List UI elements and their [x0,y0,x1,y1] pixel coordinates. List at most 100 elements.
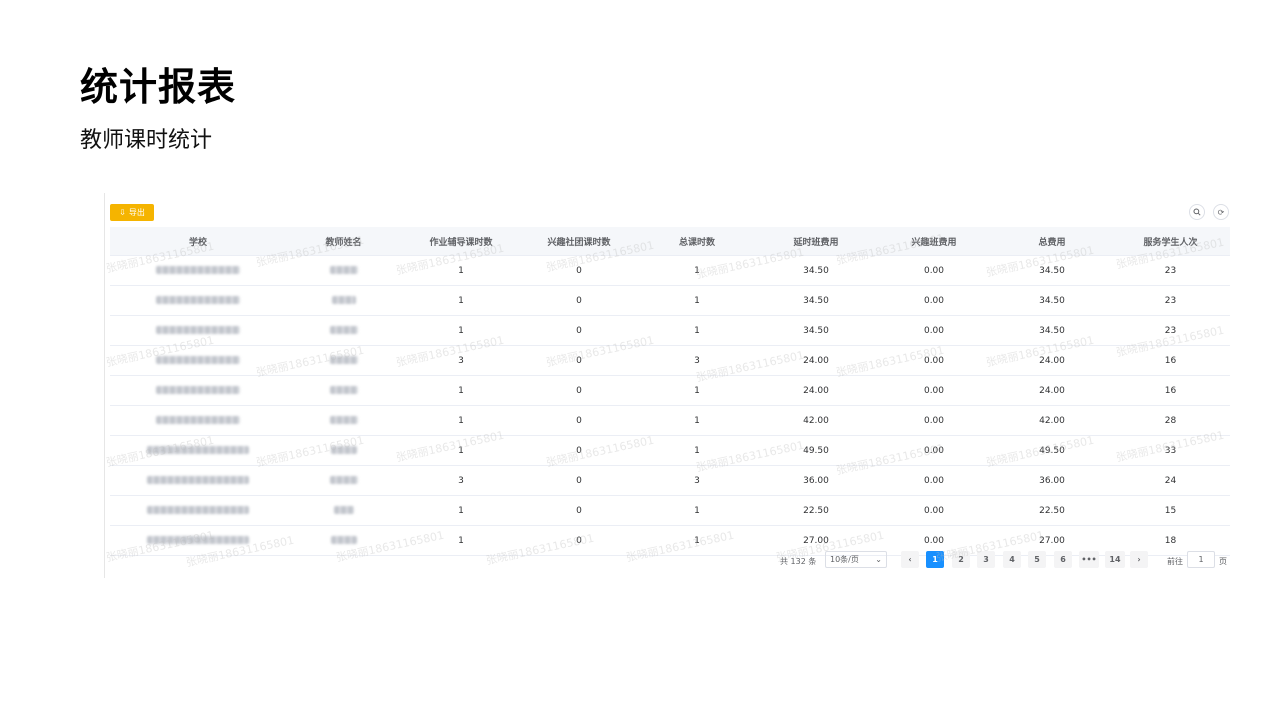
cell-homework: 1 [401,315,521,346]
redacted-teacher-name [329,416,358,424]
page-button[interactable]: 1 [926,551,944,568]
cell-club: 0 [521,345,637,376]
cell-interest-fee: 0.00 [875,405,993,436]
page-size-select[interactable]: 10条/页 ⌄ [825,551,887,568]
redacted-school [147,506,249,514]
cell-club: 0 [521,315,637,346]
cell-teacher [286,255,401,286]
redacted-teacher-name [333,506,354,514]
cell-school [110,285,286,316]
cell-total-hours: 1 [637,375,757,406]
cell-interest-fee: 0.00 [875,465,993,496]
table-row[interactable]: 3 0 3 36.00 0.00 36.00 24 [110,465,1230,496]
table-row[interactable]: 1 0 1 22.50 0.00 22.50 15 [110,495,1230,526]
cell-teacher [286,495,401,526]
cell-teacher [286,465,401,496]
next-page-button[interactable]: › [1130,551,1148,568]
table-row[interactable]: 1 0 1 34.50 0.00 34.50 23 [110,255,1230,286]
redacted-teacher-name [330,536,357,544]
cell-interest-fee: 0.00 [875,285,993,316]
table-row[interactable]: 1 0 1 34.50 0.00 34.50 23 [110,315,1230,346]
cell-teacher [286,345,401,376]
cell-total-fee: 42.00 [993,405,1111,436]
redacted-school [156,296,240,304]
table-row[interactable]: 1 0 1 24.00 0.00 24.00 16 [110,375,1230,406]
cell-total-fee: 24.00 [993,345,1111,376]
cell-club: 0 [521,285,637,316]
export-button[interactable]: ⇩ 导出 [110,204,154,221]
redacted-school [147,476,249,484]
cell-teacher [286,285,401,316]
cell-students: 16 [1111,375,1230,406]
cell-delay-fee: 24.00 [757,345,875,376]
cell-students: 23 [1111,315,1230,346]
table-header-row: 学校 教师姓名 作业辅导课时数 兴趣社团课时数 总课时数 延时班费用 兴趣班费用 总费用 服务学… [110,227,1230,256]
refresh-button[interactable]: ⟳ [1213,204,1229,220]
cell-school [110,435,286,466]
cell-homework: 1 [401,285,521,316]
cell-homework: 3 [401,465,521,496]
column-header: 兴趣社团课时数 [521,227,637,256]
cell-delay-fee: 36.00 [757,465,875,496]
cell-total-fee: 49.50 [993,435,1111,466]
cell-delay-fee: 34.50 [757,285,875,316]
cell-school [110,465,286,496]
cell-interest-fee: 0.00 [875,315,993,346]
cell-students: 23 [1111,255,1230,286]
cell-total-fee: 34.50 [993,255,1111,286]
cell-total-fee: 34.50 [993,315,1111,346]
table-row[interactable]: 1 0 1 34.50 0.00 34.50 23 [110,285,1230,316]
cell-teacher [286,315,401,346]
cell-interest-fee: 0.00 [875,435,993,466]
cell-interest-fee: 0.00 [875,495,993,526]
export-label: 导出 [128,208,145,217]
cell-delay-fee: 34.50 [757,255,875,286]
cell-teacher [286,435,401,466]
page-ellipsis[interactable]: ••• [1079,551,1099,568]
cell-delay-fee: 34.50 [757,315,875,346]
chevron-down-icon: ⌄ [875,555,882,564]
page-button[interactable]: 2 [952,551,970,568]
table-row[interactable]: 1 0 1 49.50 0.00 49.50 33 [110,435,1230,466]
redacted-teacher-name [329,356,358,364]
cell-students: 16 [1111,345,1230,376]
cell-total-hours: 1 [637,315,757,346]
redacted-teacher-name [329,266,358,274]
cell-students: 28 [1111,405,1230,436]
cell-delay-fee: 42.00 [757,405,875,436]
cell-total-hours: 3 [637,345,757,376]
table-row[interactable]: 1 0 1 42.00 0.00 42.00 28 [110,405,1230,436]
page-button[interactable]: 5 [1028,551,1046,568]
cell-club: 0 [521,495,637,526]
page-button[interactable]: 4 [1003,551,1021,568]
column-header: 总课时数 [637,227,757,256]
redacted-teacher-name [330,446,357,454]
page-size-value: 10条/页 [830,555,859,564]
cell-club: 0 [521,375,637,406]
cell-homework: 1 [401,375,521,406]
cell-delay-fee: 49.50 [757,435,875,466]
cell-students: 15 [1111,495,1230,526]
cell-interest-fee: 0.00 [875,255,993,286]
prev-page-button[interactable]: ‹ [901,551,919,568]
cell-school [110,405,286,436]
cell-total-hours: 1 [637,405,757,436]
page-button[interactable]: 3 [977,551,995,568]
page-button[interactable]: 14 [1105,551,1125,568]
refresh-icon: ⟳ [1217,207,1225,217]
search-button[interactable] [1189,204,1205,220]
chevron-left-icon: ‹ [908,555,912,564]
redacted-teacher-name [329,386,358,394]
column-header: 服务学生人次 [1111,227,1230,256]
cell-homework: 3 [401,345,521,376]
cell-total-fee: 36.00 [993,465,1111,496]
cell-club: 0 [521,465,637,496]
table-row[interactable]: 3 0 3 24.00 0.00 24.00 16 [110,345,1230,376]
cell-total-hours: 1 [637,285,757,316]
pagination: 共 132 条 10条/页 ⌄ ‹ 123456 ••• 14 › 前往 页 [105,551,1230,571]
cell-total-fee: 34.50 [993,285,1111,316]
goto-page-input[interactable] [1187,551,1215,568]
page-button[interactable]: 6 [1054,551,1072,568]
redacted-school [147,446,249,454]
cell-total-hours: 3 [637,465,757,496]
